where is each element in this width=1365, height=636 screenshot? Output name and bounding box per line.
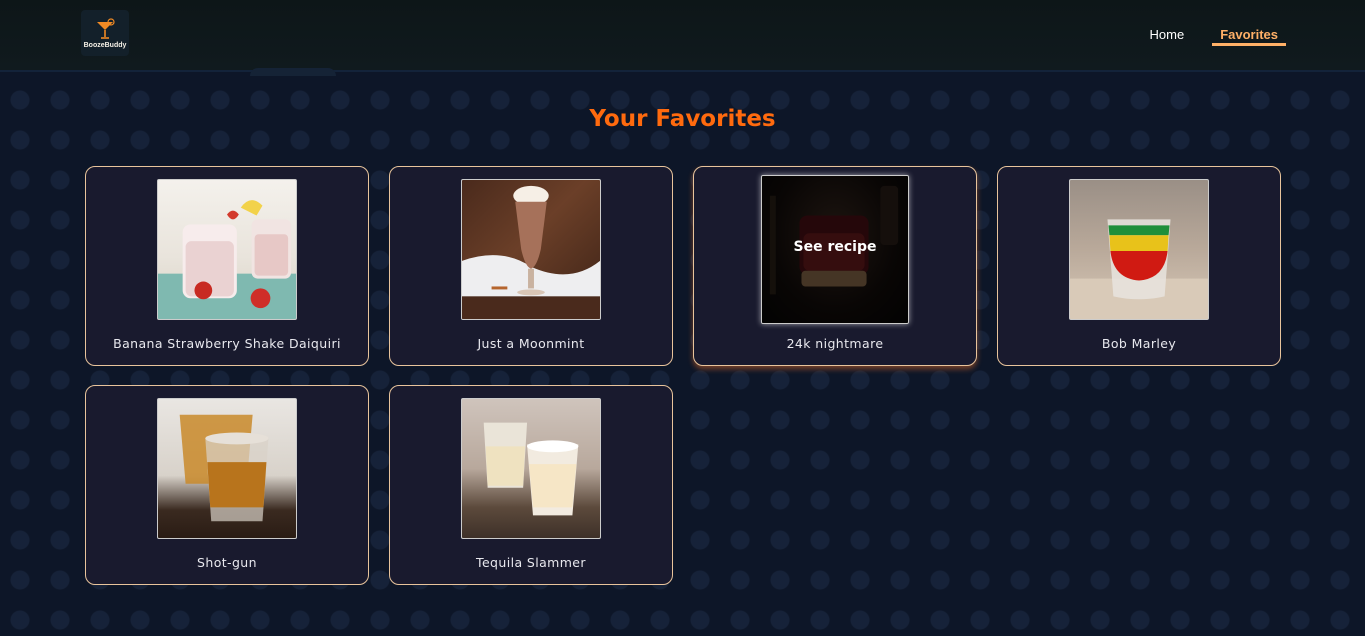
drink-name: 24k nightmare [786,336,884,351]
bob-marley-layered-shot-photo [1070,219,1208,319]
page-title: Your Favorites [589,106,776,132]
nav-link-home[interactable]: Home [1142,27,1193,46]
banana-strawberry-shake-photo [158,200,296,319]
drink-name: Shot-gun [197,555,257,570]
top-navbar: BoozeBuddy Home Favorites [0,0,1365,72]
drink-photo [461,179,601,320]
drink-photo[interactable]: See recipe [761,175,909,324]
drink-photo [1069,179,1209,320]
favorite-card[interactable]: Shot-gun [85,385,369,585]
favorite-card[interactable]: Bob Marley [997,166,1281,366]
nav-link-favorites[interactable]: Favorites [1212,27,1286,46]
favorite-card[interactable]: See recipe 24k nightmare [693,166,977,366]
cocktail-glass-icon [97,17,115,39]
favorite-card[interactable]: Just a Moonmint [389,166,673,366]
drink-photo [157,179,297,320]
moonmint-hurricane-glass-photo [462,185,600,319]
drink-name: Just a Moonmint [477,336,585,351]
drink-name: Banana Strawberry Shake Daiquiri [113,336,341,351]
drink-photo [461,398,601,539]
main-nav: Home Favorites [1142,27,1286,46]
see-recipe-overlay[interactable]: See recipe [762,176,908,323]
nav-tab-decoration [250,68,336,76]
brand-name: BoozeBuddy [83,41,127,49]
drink-photo [157,398,297,539]
favorite-card[interactable]: Banana Strawberry Shake Daiquiri [85,166,369,366]
favorite-card[interactable]: Tequila Slammer [389,385,673,585]
shot-gun-whiskey-shots-photo [179,414,269,522]
drink-name: Tequila Slammer [476,555,586,570]
drink-name: Bob Marley [1101,336,1177,351]
brand-logo[interactable]: BoozeBuddy [81,10,129,56]
see-recipe-label[interactable]: See recipe [794,239,877,255]
favorites-grid: Banana Strawberry Shake Daiquiri Just a … [85,166,1281,585]
tequila-slammer-shots-photo [483,422,579,516]
